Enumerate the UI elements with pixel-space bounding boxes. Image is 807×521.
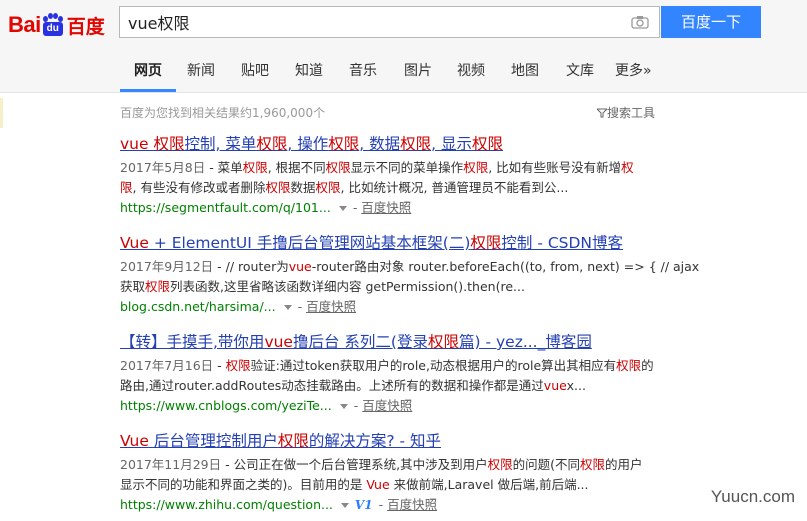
- filter-icon: [595, 108, 609, 118]
- tab-music[interactable]: 音乐: [349, 60, 377, 80]
- search-tools[interactable]: 搜索工具: [595, 104, 655, 121]
- baidu-logo[interactable]: Bai du 百度: [8, 9, 105, 41]
- search-result: vue 权限控制, 菜单权限, 操作权限, 数据权限, 显示权限 2017年5月…: [120, 134, 680, 218]
- header: Bai du 百度 百度一下: [0, 0, 807, 50]
- tab-zhidao[interactable]: 知道: [295, 60, 323, 80]
- tab-more[interactable]: 更多»: [615, 60, 652, 80]
- cache-link[interactable]: 百度快照: [361, 200, 411, 215]
- result-url-line: https://segmentfault.com/q/101... - 百度快照: [120, 200, 412, 215]
- result-count: 百度为您找到相关结果约1,960,000个: [120, 106, 326, 120]
- result-url-line: https://www.cnblogs.com/yeziTe... - 百度快照: [120, 398, 413, 413]
- watermark: Yuucn.com: [710, 487, 795, 506]
- result-title[interactable]: 【转】手摸手,带你用vue撸后台 系列二(登录权限篇) - yez..._博客园: [120, 332, 680, 352]
- chevron-down-icon[interactable]: [339, 404, 348, 409]
- search-result: Vue + ElementUI 手撸后台管理网站基本框架(二)权限控制 - CS…: [120, 233, 700, 317]
- result-title[interactable]: Vue 后台管理控制用户权限的解决方案? - 知乎: [120, 431, 680, 451]
- search-result: Vue 后台管理控制用户权限的解决方案? - 知乎 2017年11月29日 - …: [120, 431, 680, 515]
- search-button[interactable]: 百度一下: [661, 6, 761, 38]
- result-title[interactable]: Vue + ElementUI 手撸后台管理网站基本框架(二)权限控制 - CS…: [120, 233, 680, 253]
- result-title[interactable]: vue 权限控制, 菜单权限, 操作权限, 数据权限, 显示权限: [120, 134, 680, 154]
- logo-cn: 百度: [66, 15, 105, 38]
- result-url-line: https://www.zhihu.com/question... V1- 百度快…: [120, 497, 438, 512]
- v1-badge-icon[interactable]: V1: [355, 498, 373, 512]
- left-edge-mark: [0, 98, 3, 128]
- search-input[interactable]: [120, 7, 628, 37]
- tab-news[interactable]: 新闻: [187, 60, 215, 80]
- active-tab-indicator: [120, 89, 176, 92]
- result-url[interactable]: blog.csdn.net/harsima/...: [120, 299, 276, 314]
- logo-bai: Bai: [8, 12, 41, 37]
- cache-link[interactable]: 百度快照: [387, 497, 437, 512]
- paw-icon: du: [42, 13, 64, 37]
- result-abstract: 2017年11月29日 - 公司正在做一个后台管理系统,其中涉及到用户权限的问题…: [120, 457, 643, 492]
- result-url[interactable]: https://www.zhihu.com/question...: [120, 497, 333, 512]
- result-abstract: 2017年7月16日 - 权限验证:通过token获取用户的role,动态根据用…: [120, 358, 654, 393]
- tab-map[interactable]: 地图: [511, 60, 539, 80]
- tab-tieba[interactable]: 贴吧: [241, 60, 269, 80]
- search-result: 【转】手摸手,带你用vue撸后台 系列二(登录权限篇) - yez..._博客园…: [120, 332, 680, 416]
- search-box: [119, 6, 660, 38]
- result-url-line: blog.csdn.net/harsima/... - 百度快照: [120, 299, 357, 314]
- tab-video[interactable]: 视频: [457, 60, 485, 80]
- tab-web[interactable]: 网页: [134, 60, 162, 80]
- tab-images[interactable]: 图片: [404, 60, 432, 80]
- result-url[interactable]: https://www.cnblogs.com/yeziTe...: [120, 398, 332, 413]
- result-abstract: 2017年5月8日 - 菜单权限, 根据不同权限显示不同的菜单操作权限, 比如有…: [120, 160, 634, 195]
- nav-tabs: 网页 新闻 贴吧 知道 音乐 图片 视频 地图 文库 更多»: [0, 50, 807, 93]
- result-abstract: 2017年9月12日 - // router为vue-router路由对象 ro…: [120, 259, 700, 294]
- tab-wenku[interactable]: 文库: [566, 60, 594, 80]
- chevron-down-icon[interactable]: [283, 305, 292, 310]
- cache-link[interactable]: 百度快照: [362, 398, 412, 413]
- result-url[interactable]: https://segmentfault.com/q/101...: [120, 200, 331, 215]
- chevron-down-icon[interactable]: [340, 503, 349, 508]
- cache-link[interactable]: 百度快照: [306, 299, 356, 314]
- chevron-down-icon[interactable]: [338, 206, 347, 211]
- camera-icon[interactable]: [631, 15, 649, 29]
